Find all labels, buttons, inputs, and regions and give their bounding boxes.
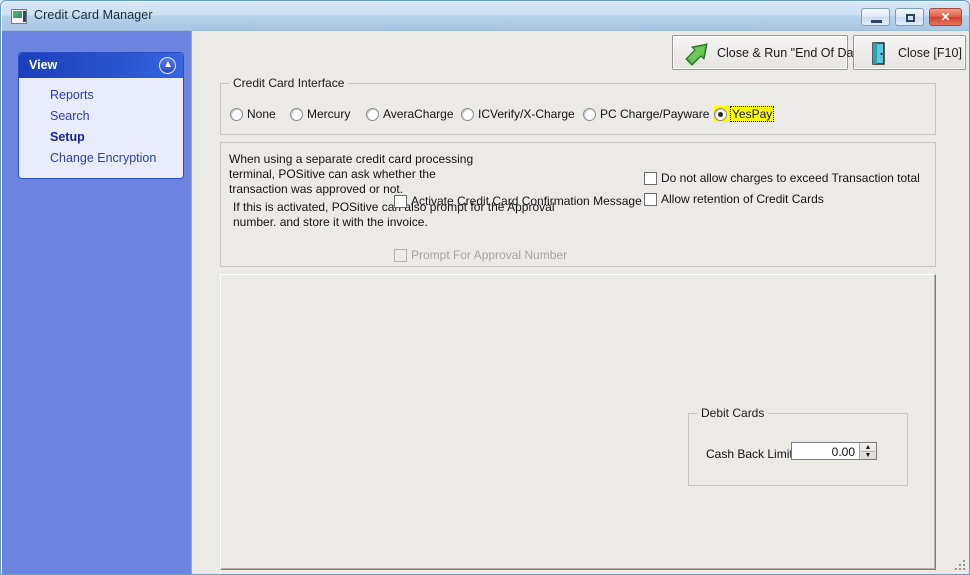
checkbox-allow-retention-of-credit-cards[interactable]: Allow retention of Credit Cards — [644, 192, 824, 206]
checkbox-activate-confirmation-message-label: Activate Credit Card Confirmation Messag… — [411, 194, 642, 208]
resize-grip[interactable] — [955, 560, 967, 572]
main-content: Close & Run "End Of Day" Close [F10] Cre… — [193, 31, 969, 574]
radio-mercury[interactable]: Mercury — [290, 106, 350, 122]
checkbox-do-not-allow-exceed-transaction-total[interactable]: Do not allow charges to exceed Transacti… — [644, 171, 920, 185]
maximize-button[interactable] — [895, 8, 924, 26]
radio-pc-charge-payware-label: PC Charge/Payware — [600, 107, 710, 121]
radio-yespay-label: YesPay — [729, 106, 775, 122]
radio-pc-charge-payware[interactable]: PC Charge/Payware — [583, 106, 709, 122]
cash-back-limit-label: Cash Back Limit: — [706, 447, 797, 461]
confirmation-description-1: When using a separate credit card proces… — [229, 152, 474, 196]
maximize-icon — [906, 14, 915, 22]
close-button[interactable]: ✕ — [929, 8, 962, 26]
debit-cards-group: Debit Cards Cash Back Limit: 0.00 ▲ ▼ — [688, 406, 908, 486]
application-window: Credit Card Manager ✕ View ▲ Reports Sea… — [0, 0, 970, 575]
title-bar: Credit Card Manager ✕ — [2, 2, 969, 31]
checkbox-prompt-for-approval-number-box — [394, 248, 407, 262]
radio-averacharge-indicator — [366, 107, 379, 121]
radio-none-label: None — [247, 107, 276, 121]
view-panel-list: Reports Search Setup Change Encryption — [19, 78, 183, 178]
view-panel-header: View ▲ — [19, 53, 183, 78]
green-arrow-icon — [685, 43, 708, 66]
credit-card-interface-legend: Credit Card Interface — [229, 76, 349, 90]
minimize-button[interactable] — [861, 8, 890, 26]
exit-door-icon — [872, 42, 885, 65]
settings-detail-panel: Debit Cards Cash Back Limit: 0.00 ▲ ▼ — [220, 274, 936, 570]
radio-icverify-xcharge[interactable]: ICVerify/X-Charge — [461, 106, 575, 122]
radio-mercury-indicator — [290, 107, 303, 121]
minimize-icon — [871, 20, 882, 23]
close-icon: ✕ — [940, 10, 951, 24]
radio-icverify-xcharge-label: ICVerify/X-Charge — [478, 107, 575, 121]
radio-none[interactable]: None — [230, 106, 276, 122]
checkbox-do-not-allow-exceed-transaction-total-label: Do not allow charges to exceed Transacti… — [661, 171, 920, 185]
close-and-run-end-of-day-button[interactable]: Close & Run "End Of Day" — [672, 35, 864, 70]
cash-back-limit-stepper[interactable]: 0.00 ▲ ▼ — [791, 442, 877, 460]
debit-cards-legend: Debit Cards — [697, 406, 769, 420]
checkbox-activate-confirmation-message[interactable]: Activate Credit Card Confirmation Messag… — [394, 194, 642, 208]
window-card-icon — [11, 9, 27, 24]
close-f10-label: Close [F10] — [898, 45, 962, 60]
sidebar-item-setup[interactable]: Setup — [19, 127, 183, 148]
checkbox-allow-retention-of-credit-cards-label: Allow retention of Credit Cards — [661, 192, 824, 206]
close-and-run-end-of-day-label: Close & Run "End Of Day" — [717, 45, 865, 60]
checkbox-do-not-allow-exceed-transaction-total-box — [644, 171, 657, 185]
sidebar-item-change-encryption[interactable]: Change Encryption — [19, 148, 183, 169]
confirmation-options-group: When using a separate credit card proces… — [220, 142, 936, 267]
view-panel-title: View — [29, 58, 58, 72]
sidebar: View ▲ Reports Search Setup Change Encry… — [2, 31, 192, 574]
checkbox-prompt-for-approval-number: Prompt For Approval Number — [394, 248, 567, 262]
window-title: Credit Card Manager — [34, 8, 153, 22]
close-f10-button[interactable]: Close [F10] — [853, 35, 966, 70]
radio-none-indicator — [230, 107, 243, 121]
client-area: View ▲ Reports Search Setup Change Encry… — [2, 31, 969, 574]
radio-yespay-indicator — [714, 107, 727, 121]
spinner-up-icon[interactable]: ▲ — [860, 443, 876, 451]
radio-averacharge-label: AveraCharge — [383, 107, 454, 121]
sidebar-item-reports[interactable]: Reports — [19, 85, 183, 106]
radio-pc-charge-payware-indicator — [583, 107, 596, 121]
credit-card-interface-group: Credit Card Interface None Mercury Avera… — [220, 76, 936, 135]
radio-mercury-label: Mercury — [307, 107, 351, 121]
cash-back-limit-spinner-buttons[interactable]: ▲ ▼ — [859, 443, 876, 459]
spinner-down-icon[interactable]: ▼ — [860, 451, 876, 459]
checkbox-allow-retention-of-credit-cards-box — [644, 192, 657, 206]
checkbox-activate-confirmation-message-box — [394, 194, 407, 208]
chevron-up-icon[interactable]: ▲ — [159, 57, 176, 74]
view-navigation-panel: View ▲ Reports Search Setup Change Encry… — [18, 52, 184, 179]
radio-averacharge[interactable]: AveraCharge — [366, 106, 454, 122]
radio-icverify-xcharge-indicator — [461, 107, 474, 121]
cash-back-limit-input[interactable]: 0.00 — [792, 443, 859, 459]
radio-yespay[interactable]: YesPay — [714, 106, 775, 122]
sidebar-item-search[interactable]: Search — [19, 106, 183, 127]
checkbox-prompt-for-approval-number-label: Prompt For Approval Number — [411, 248, 568, 262]
